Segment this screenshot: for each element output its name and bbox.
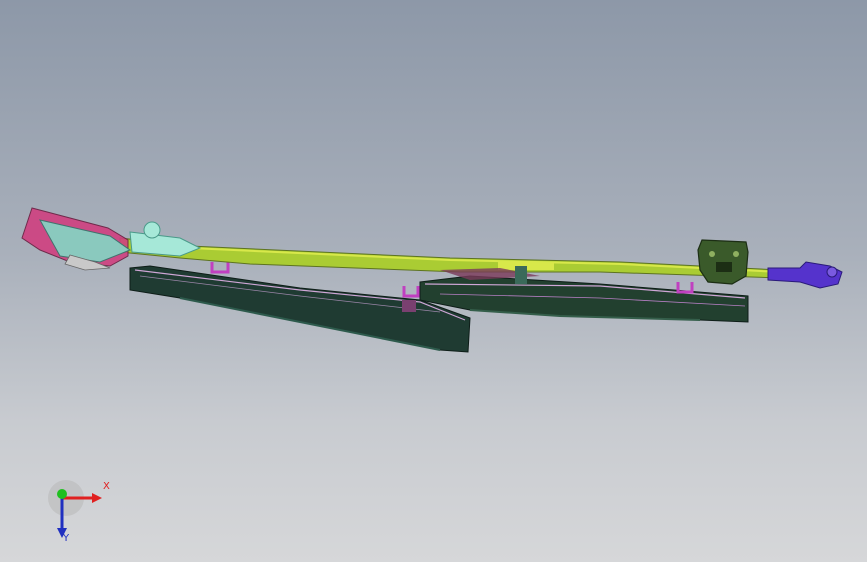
- x-axis-label: X: [103, 481, 110, 492]
- arm-mechanism[interactable]: [21, 207, 202, 271]
- end-connector[interactable]: [767, 261, 843, 289]
- wiper-assembly-model[interactable]: [0, 0, 867, 562]
- pivot-cap[interactable]: [697, 239, 749, 285]
- axis-triad: X Y: [40, 478, 120, 548]
- y-axis-label: Y: [63, 533, 70, 544]
- cad-viewport[interactable]: X Y: [0, 0, 867, 562]
- left-wiper-blade[interactable]: [129, 265, 471, 353]
- right-wiper-blade[interactable]: [419, 275, 749, 323]
